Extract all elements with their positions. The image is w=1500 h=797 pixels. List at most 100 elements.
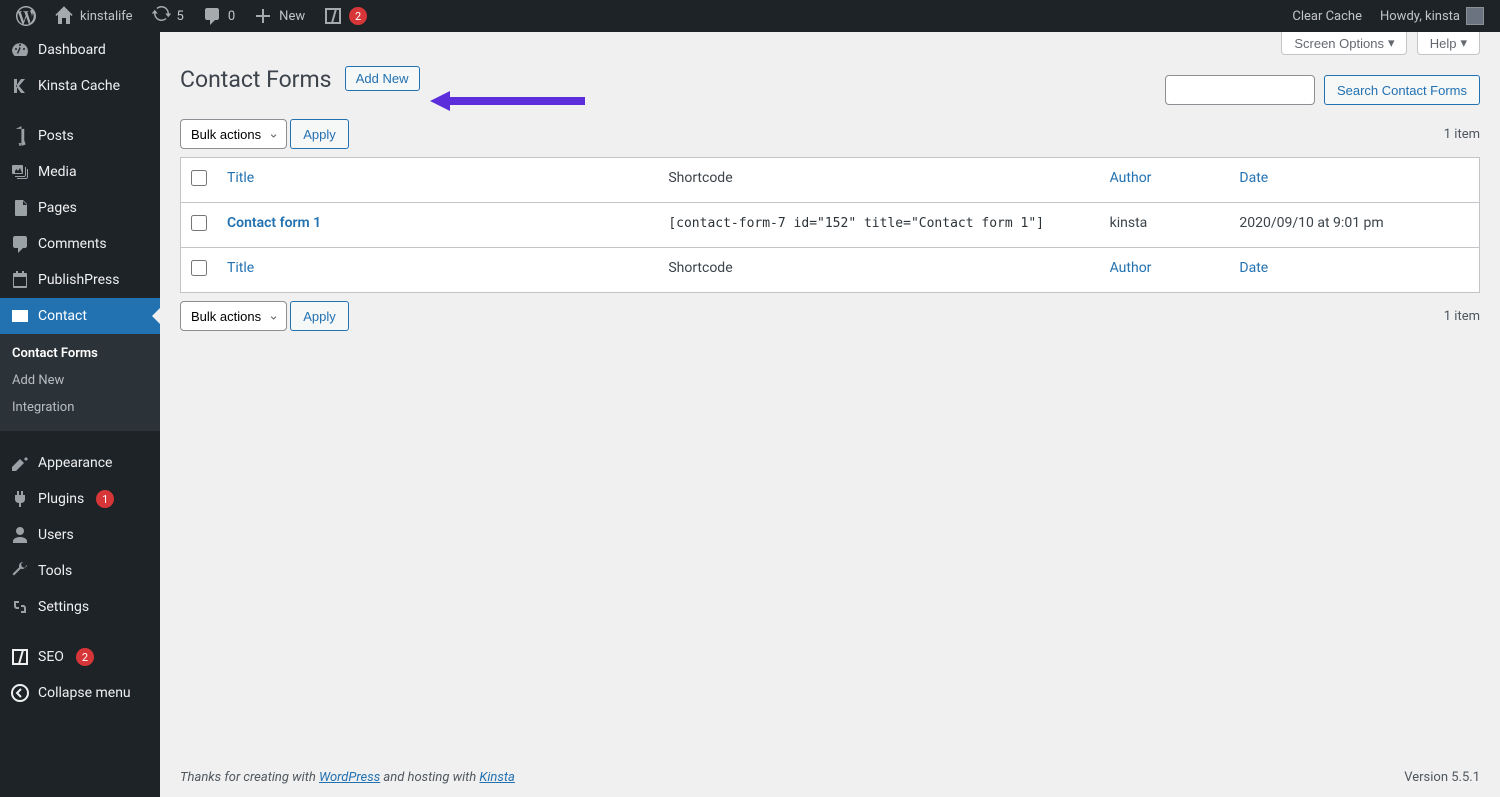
bulk-actions-bottom[interactable]: Bulk actions (180, 301, 287, 331)
search-input[interactable] (1165, 75, 1315, 105)
avatar (1466, 7, 1484, 25)
chevron-down-icon: ▾ (1460, 35, 1467, 51)
sidebar-item-comments[interactable]: Comments (0, 226, 160, 262)
items-count-bottom: 1 item (1444, 309, 1480, 324)
apply-button-bottom[interactable]: Apply (290, 301, 349, 331)
howdy-label: Howdy, kinsta (1380, 9, 1460, 24)
sidebar-item-pages[interactable]: Pages (0, 190, 160, 226)
screen-options-button[interactable]: Screen Options ▾ (1281, 32, 1407, 55)
new-content[interactable]: New (245, 0, 313, 32)
sidebar-item-seo[interactable]: SEO 2 (0, 639, 160, 675)
sidebar-item-label: Settings (38, 599, 89, 615)
sidebar-item-media[interactable]: Media (0, 154, 160, 190)
sidebar-item-dashboard[interactable]: Dashboard (0, 32, 160, 68)
kinsta-link[interactable]: Kinsta (479, 770, 514, 785)
sidebar-item-tools[interactable]: Tools (0, 553, 160, 589)
column-author[interactable]: Author (1110, 170, 1152, 186)
page-title: Contact Forms (180, 65, 332, 95)
row-author: kinsta (1110, 215, 1148, 231)
sidebar-item-label: PublishPress (38, 272, 119, 288)
seo-badge: 2 (76, 648, 94, 666)
column-title[interactable]: Title (227, 170, 254, 186)
select-all-top[interactable] (191, 170, 207, 186)
site-name-label: kinstalife (80, 9, 133, 24)
seo-icon (10, 647, 30, 667)
home-icon (54, 6, 74, 26)
row-title-link[interactable]: Contact form 1 (227, 215, 321, 231)
sidebar-item-label: Posts (38, 128, 74, 144)
site-name[interactable]: kinstalife (46, 0, 141, 32)
wp-logo[interactable] (8, 0, 44, 32)
dashboard-icon (10, 40, 30, 60)
updates-item[interactable]: 5 (143, 0, 192, 32)
column-author-foot[interactable]: Author (1110, 260, 1152, 276)
yoast-item[interactable]: 2 (315, 0, 375, 32)
appearance-icon (10, 453, 30, 473)
sidebar-item-plugins[interactable]: Plugins 1 (0, 481, 160, 517)
settings-icon (10, 597, 30, 617)
add-new-button[interactable]: Add New (345, 66, 420, 91)
kinsta-icon (10, 76, 30, 96)
clear-cache[interactable]: Clear Cache (1284, 0, 1370, 32)
comments-item[interactable]: 0 (194, 0, 243, 32)
yoast-badge: 2 (349, 7, 367, 25)
plugins-icon (10, 489, 30, 509)
comments-count: 0 (228, 9, 235, 24)
comment-icon (202, 6, 222, 26)
update-icon (151, 6, 171, 26)
apply-button-top[interactable]: Apply (290, 119, 349, 149)
chevron-down-icon: ▾ (1388, 35, 1395, 51)
footer-text: Thanks for creating with WordPress and h… (180, 770, 515, 785)
column-shortcode: Shortcode (668, 170, 732, 186)
wordpress-icon (16, 6, 36, 26)
updates-count: 5 (177, 9, 184, 24)
collapse-icon (10, 683, 30, 703)
search-button[interactable]: Search Contact Forms (1324, 75, 1480, 105)
sidebar-item-publishpress[interactable]: PublishPress (0, 262, 160, 298)
submenu-add-new[interactable]: Add New (0, 367, 160, 394)
sidebar-item-label: Tools (38, 563, 72, 579)
sidebar-item-label: Comments (38, 236, 107, 252)
sidebar-item-label: Plugins (38, 491, 84, 507)
my-account[interactable]: Howdy, kinsta (1372, 0, 1492, 32)
sidebar-item-label: SEO (38, 649, 64, 665)
bulk-actions-top[interactable]: Bulk actions (180, 119, 287, 149)
calendar-icon (10, 270, 30, 290)
posts-icon (10, 126, 30, 146)
column-shortcode-foot: Shortcode (668, 260, 732, 276)
plugins-badge: 1 (96, 490, 114, 508)
pages-icon (10, 198, 30, 218)
sidebar-item-label: Collapse menu (38, 685, 131, 701)
sidebar-item-label: Media (38, 164, 77, 180)
submenu-contact-forms[interactable]: Contact Forms (0, 340, 160, 367)
row-checkbox[interactable] (191, 215, 207, 231)
sidebar-item-posts[interactable]: Posts (0, 118, 160, 154)
media-icon (10, 162, 30, 182)
items-count-top: 1 item (1444, 127, 1480, 142)
sidebar-item-label: Kinsta Cache (38, 78, 120, 94)
column-date-foot[interactable]: Date (1239, 260, 1268, 276)
sidebar-item-kinsta-cache[interactable]: Kinsta Cache (0, 68, 160, 104)
new-label: New (279, 9, 305, 24)
comments-icon (10, 234, 30, 254)
sidebar-item-contact[interactable]: Contact (0, 298, 160, 334)
column-date[interactable]: Date (1239, 170, 1268, 186)
sidebar-item-label: Appearance (38, 455, 112, 471)
wordpress-link[interactable]: WordPress (319, 770, 380, 785)
column-title-foot[interactable]: Title (227, 260, 254, 276)
mail-icon (10, 306, 30, 326)
row-shortcode: [contact-form-7 id="152" title="Contact … (668, 216, 1044, 231)
sidebar-item-settings[interactable]: Settings (0, 589, 160, 625)
sidebar-item-appearance[interactable]: Appearance (0, 445, 160, 481)
sidebar-item-collapse[interactable]: Collapse menu (0, 675, 160, 711)
submenu-integration[interactable]: Integration (0, 394, 160, 421)
help-button[interactable]: Help ▾ (1417, 32, 1480, 55)
contact-submenu: Contact Forms Add New Integration (0, 334, 160, 431)
sidebar-item-label: Dashboard (38, 42, 106, 58)
sidebar-item-label: Users (38, 527, 74, 543)
sidebar-item-label: Contact (38, 308, 87, 324)
annotation-arrow (430, 91, 590, 111)
version-text: Version 5.5.1 (1404, 770, 1480, 785)
select-all-bottom[interactable] (191, 260, 207, 276)
sidebar-item-users[interactable]: Users (0, 517, 160, 553)
